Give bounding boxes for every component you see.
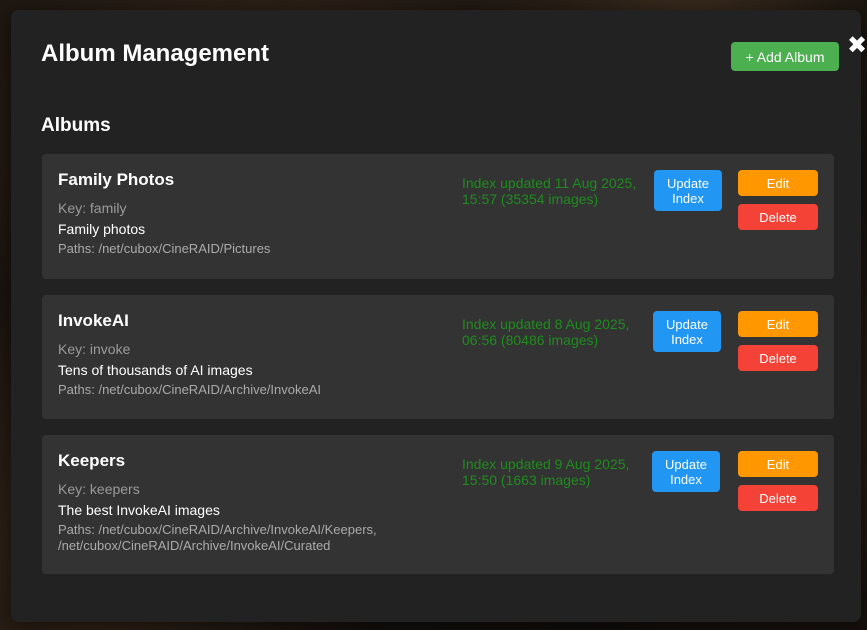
album-name: Keepers: [58, 451, 126, 470]
index-status: Index updated 8 Aug 2025, 06:56 (80486 i…: [462, 316, 630, 348]
index-status: Index updated 11 Aug 2025, 15:57 (35354 …: [462, 175, 637, 207]
delete-album-button[interactable]: Delete: [738, 345, 818, 371]
album-card-invokeai: InvokeAI Key: invoke Tens of thousands o…: [42, 295, 834, 419]
edit-album-button[interactable]: Edit: [738, 170, 818, 196]
update-index-button[interactable]: Update Index: [654, 170, 722, 211]
album-description: The best InvokeAI images: [58, 502, 220, 518]
album-paths: Paths: /net/cubox/CineRAID/Archive/Invok…: [58, 522, 377, 553]
album-key: Key: family: [58, 200, 127, 216]
album-key: Key: invoke: [58, 341, 131, 357]
update-index-button[interactable]: Update Index: [653, 311, 721, 352]
album-card-family: Family Photos Key: family Family photos …: [42, 154, 834, 279]
album-name: InvokeAI: [58, 311, 129, 330]
album-management-modal: ✖ Album Management + Add Album Albums Fa…: [11, 10, 867, 622]
add-album-button[interactable]: + Add Album: [731, 42, 839, 71]
modal-title: Album Management: [41, 40, 270, 67]
close-icon[interactable]: ✖: [845, 32, 867, 58]
delete-album-button[interactable]: Delete: [738, 204, 818, 230]
album-key: Key: keepers: [58, 481, 140, 497]
delete-album-button[interactable]: Delete: [738, 485, 818, 511]
album-name: Family Photos: [58, 170, 175, 189]
edit-album-button[interactable]: Edit: [738, 451, 818, 477]
album-paths: Paths: /net/cubox/CineRAID/Archive/Invok…: [58, 382, 322, 397]
update-index-button[interactable]: Update Index: [652, 451, 720, 492]
albums-section-title: Albums: [41, 115, 111, 136]
index-status: Index updated 9 Aug 2025, 15:50 (1663 im…: [462, 456, 630, 488]
album-description: Tens of thousands of AI images: [58, 362, 253, 378]
album-card-keepers: Keepers Key: keepers The best InvokeAI i…: [42, 435, 834, 574]
album-description: Family photos: [58, 221, 146, 237]
edit-album-button[interactable]: Edit: [738, 311, 818, 337]
album-paths: Paths: /net/cubox/CineRAID/Pictures: [58, 241, 271, 256]
